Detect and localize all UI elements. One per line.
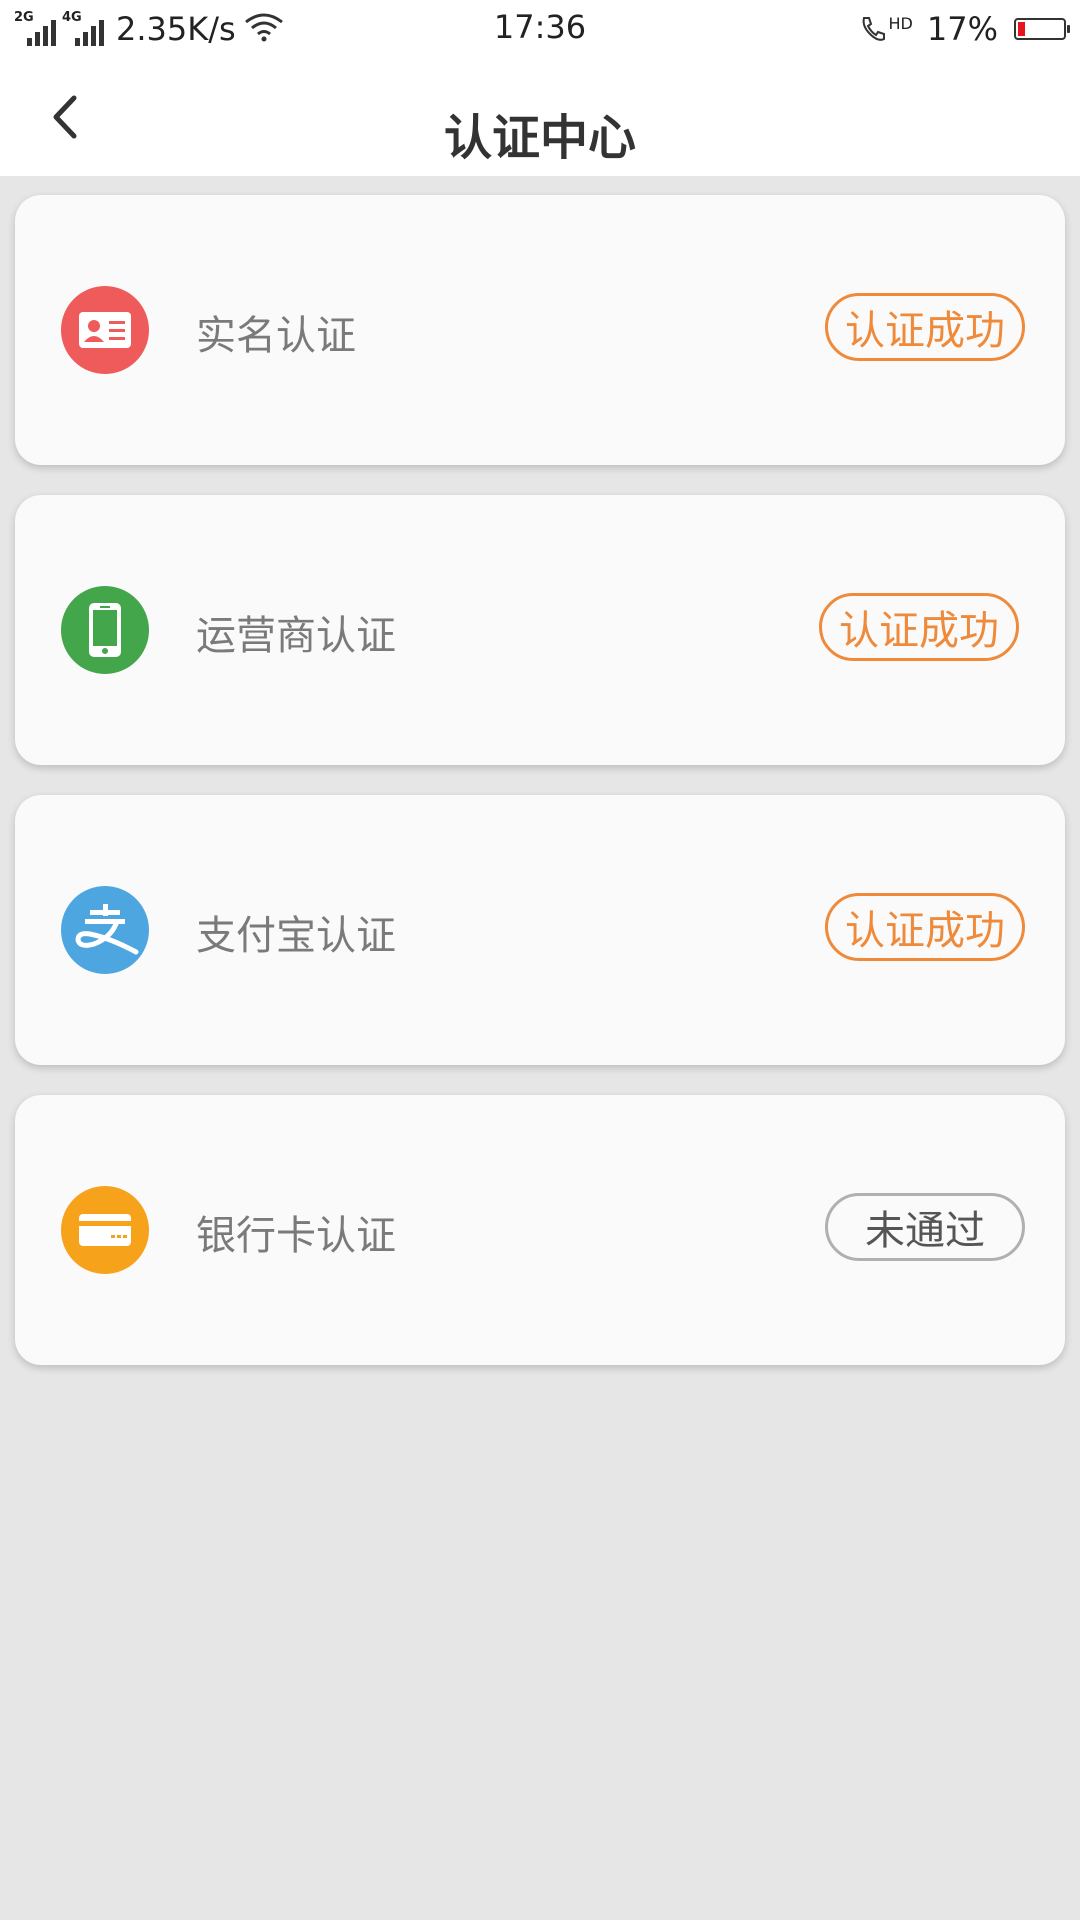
mobile-phone-icon	[61, 586, 149, 674]
page-title: 认证中心	[443, 110, 636, 166]
status-bar: 2G 4G 2.35K/s 17:36 HD 17%	[0, 0, 1080, 58]
card-label: 银行卡认证	[196, 1213, 396, 1259]
id-card-icon	[61, 286, 149, 374]
status-bar-right: HD 17%	[858, 8, 1070, 50]
card-carrier[interactable]: 运营商认证 认证成功	[15, 495, 1065, 765]
status-badge-success[interactable]: 认证成功	[825, 893, 1025, 961]
nav-bar: 认证中心	[0, 58, 1080, 176]
status-badge-success[interactable]: 认证成功	[819, 593, 1019, 661]
alipay-icon	[61, 886, 149, 974]
hd-call-icon: HD	[858, 14, 913, 44]
card-real-name[interactable]: 实名认证 认证成功	[15, 195, 1065, 465]
card-label: 支付宝认证	[196, 913, 396, 959]
hd-label: HD	[888, 14, 913, 33]
status-badge-success[interactable]: 认证成功	[825, 293, 1025, 361]
battery-percent: 17%	[926, 10, 998, 48]
card-alipay[interactable]: 支付宝认证 认证成功	[15, 795, 1065, 1065]
status-badge-failed[interactable]: 未通过	[825, 1193, 1025, 1261]
verification-list: 实名认证 认证成功 运营商认证 认证成功 支付宝认证 认证成功 银行卡认证 未通…	[15, 195, 1065, 1395]
battery-fill	[1018, 22, 1025, 36]
card-label: 运营商认证	[196, 613, 396, 659]
bank-card-icon	[61, 1186, 149, 1274]
battery-icon	[1014, 18, 1070, 40]
card-label: 实名认证	[196, 313, 356, 359]
card-bank-card[interactable]: 银行卡认证 未通过	[15, 1095, 1065, 1365]
